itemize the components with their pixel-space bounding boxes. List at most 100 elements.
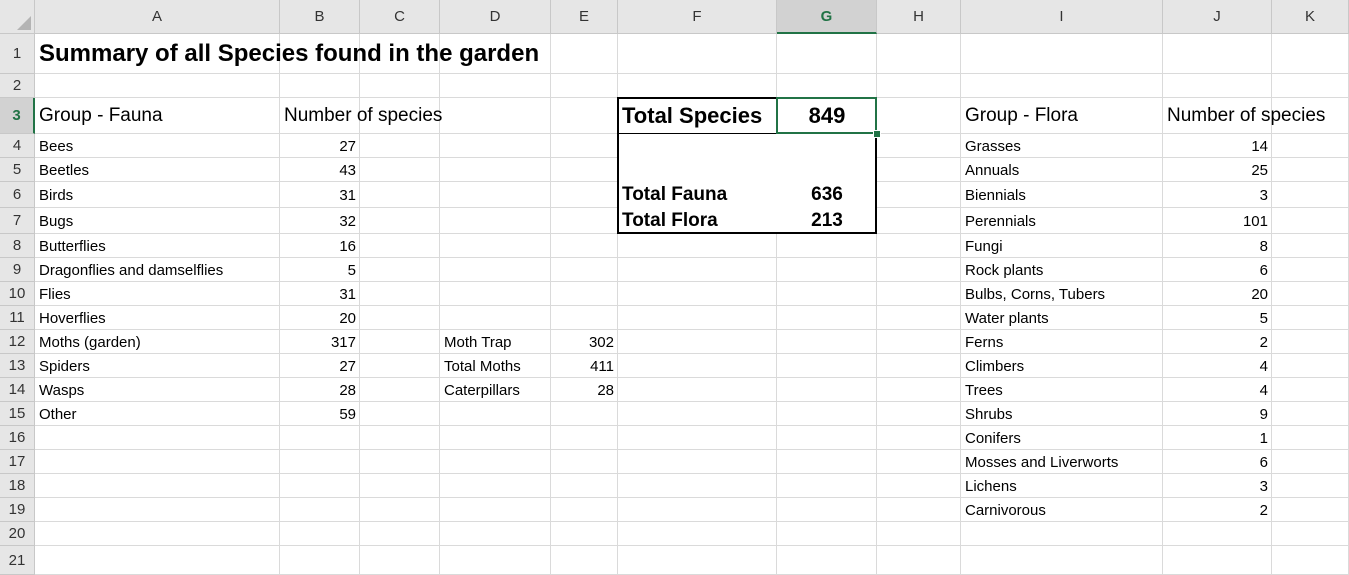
fauna-item-count[interactable]: 27: [280, 354, 360, 378]
row-header-9[interactable]: 9: [0, 258, 35, 282]
flora-item-count[interactable]: 20: [1163, 282, 1272, 306]
flora-item-name[interactable]: Ferns: [961, 330, 1163, 354]
fauna-item-count[interactable]: 31: [280, 282, 360, 306]
fauna-item-count[interactable]: 43: [280, 158, 360, 182]
flora-item-name[interactable]: Bulbs, Corns, Tubers: [961, 282, 1163, 306]
row-header-16[interactable]: 16: [0, 426, 35, 450]
flora-item-count[interactable]: 25: [1163, 158, 1272, 182]
fauna-item-name[interactable]: Birds: [35, 182, 280, 208]
row-header-14[interactable]: 14: [0, 378, 35, 402]
fauna-item-name[interactable]: Beetles: [35, 158, 280, 182]
row-header-13[interactable]: 13: [0, 354, 35, 378]
column-header-d[interactable]: D: [440, 0, 551, 34]
column-header-g[interactable]: G: [777, 0, 877, 34]
flora-item-name[interactable]: Mosses and Liverworts: [961, 450, 1163, 474]
row-header-11[interactable]: 11: [0, 306, 35, 330]
flora-item-count[interactable]: 1: [1163, 426, 1272, 450]
flora-item-count[interactable]: 2: [1163, 498, 1272, 522]
flora-item-name[interactable]: Annuals: [961, 158, 1163, 182]
flora-item-name[interactable]: Biennials: [961, 182, 1163, 208]
flora-item-count[interactable]: 14: [1163, 134, 1272, 158]
flora-item-name[interactable]: Lichens: [961, 474, 1163, 498]
fauna-item-name[interactable]: Butterflies: [35, 234, 280, 258]
row-header-15[interactable]: 15: [0, 402, 35, 426]
flora-item-name[interactable]: Conifers: [961, 426, 1163, 450]
flora-item-count[interactable]: 8: [1163, 234, 1272, 258]
row-header-12[interactable]: 12: [0, 330, 35, 354]
row-header-21[interactable]: 21: [0, 546, 35, 575]
flora-item-count[interactable]: 4: [1163, 354, 1272, 378]
fill-handle[interactable]: [873, 130, 881, 138]
flora-item-name[interactable]: Climbers: [961, 354, 1163, 378]
flora-item-count[interactable]: 6: [1163, 450, 1272, 474]
fauna-item-count[interactable]: 317: [280, 330, 360, 354]
fauna-item-count[interactable]: 20: [280, 306, 360, 330]
row-header-3[interactable]: 3: [0, 98, 35, 134]
fauna-item-name[interactable]: Other: [35, 402, 280, 426]
select-all-button[interactable]: [0, 0, 35, 34]
column-header-j[interactable]: J: [1163, 0, 1272, 34]
row-header-18[interactable]: 18: [0, 474, 35, 498]
row-header-6[interactable]: 6: [0, 182, 35, 208]
flora-item-name[interactable]: Fungi: [961, 234, 1163, 258]
moth-stat-value[interactable]: 302: [551, 330, 618, 354]
fauna-item-name[interactable]: Dragonflies and damselflies: [35, 258, 280, 282]
flora-item-count[interactable]: 5: [1163, 306, 1272, 330]
flora-item-name[interactable]: Perennials: [961, 208, 1163, 234]
fauna-item-name[interactable]: Moths (garden): [35, 330, 280, 354]
fauna-group-header[interactable]: Group - Fauna: [35, 98, 280, 134]
active-cell-selection[interactable]: [776, 97, 877, 134]
flora-item-name[interactable]: Shrubs: [961, 402, 1163, 426]
row-header-7[interactable]: 7: [0, 208, 35, 234]
fauna-item-name[interactable]: Hoverflies: [35, 306, 280, 330]
sheet-title[interactable]: Summary of all Species found in the gard…: [35, 34, 615, 74]
fauna-item-name[interactable]: Flies: [35, 282, 280, 306]
fauna-item-count[interactable]: 28: [280, 378, 360, 402]
moth-stat-label[interactable]: Moth Trap: [440, 330, 551, 354]
flora-item-count[interactable]: 3: [1163, 182, 1272, 208]
fauna-item-count[interactable]: 31: [280, 182, 360, 208]
row-header-1[interactable]: 1: [0, 34, 35, 74]
column-header-a[interactable]: A: [35, 0, 280, 34]
flora-item-name[interactable]: Water plants: [961, 306, 1163, 330]
spreadsheet-grid[interactable]: A B C D E F G H I J K 1 2 3 4 5 6 7 8 9 10 11 12 13 14 15 16 17 18 19…: [0, 0, 1349, 575]
column-header-b[interactable]: B: [280, 0, 360, 34]
column-header-c[interactable]: C: [360, 0, 440, 34]
column-header-k[interactable]: K: [1272, 0, 1349, 34]
flora-item-name[interactable]: Grasses: [961, 134, 1163, 158]
flora-item-name[interactable]: Rock plants: [961, 258, 1163, 282]
fauna-item-count[interactable]: 27: [280, 134, 360, 158]
column-header-h[interactable]: H: [877, 0, 961, 34]
row-header-4[interactable]: 4: [0, 134, 35, 158]
fauna-item-name[interactable]: Wasps: [35, 378, 280, 402]
row-header-20[interactable]: 20: [0, 522, 35, 546]
row-header-19[interactable]: 19: [0, 498, 35, 522]
fauna-item-count[interactable]: 5: [280, 258, 360, 282]
row-header-10[interactable]: 10: [0, 282, 35, 306]
moth-stat-label[interactable]: Total Moths: [440, 354, 551, 378]
column-header-e[interactable]: E: [551, 0, 618, 34]
flora-item-name[interactable]: Carnivorous: [961, 498, 1163, 522]
flora-item-count[interactable]: 9: [1163, 402, 1272, 426]
fauna-item-count[interactable]: 16: [280, 234, 360, 258]
row-header-5[interactable]: 5: [0, 158, 35, 182]
flora-item-count[interactable]: 6: [1163, 258, 1272, 282]
fauna-count-header[interactable]: Number of species: [280, 98, 520, 134]
fauna-item-count[interactable]: 59: [280, 402, 360, 426]
moth-stat-value[interactable]: 28: [551, 378, 618, 402]
flora-item-count[interactable]: 101: [1163, 208, 1272, 234]
fauna-item-name[interactable]: Spiders: [35, 354, 280, 378]
flora-item-name[interactable]: Trees: [961, 378, 1163, 402]
row-header-17[interactable]: 17: [0, 450, 35, 474]
flora-group-header[interactable]: Group - Flora: [961, 98, 1163, 134]
fauna-item-count[interactable]: 32: [280, 208, 360, 234]
fauna-item-name[interactable]: Bees: [35, 134, 280, 158]
row-header-2[interactable]: 2: [0, 74, 35, 98]
moth-stat-value[interactable]: 411: [551, 354, 618, 378]
flora-count-header[interactable]: Number of species: [1163, 98, 1349, 134]
column-header-f[interactable]: F: [618, 0, 777, 34]
flora-item-count[interactable]: 4: [1163, 378, 1272, 402]
column-header-i[interactable]: I: [961, 0, 1163, 34]
row-header-8[interactable]: 8: [0, 234, 35, 258]
moth-stat-label[interactable]: Caterpillars: [440, 378, 551, 402]
